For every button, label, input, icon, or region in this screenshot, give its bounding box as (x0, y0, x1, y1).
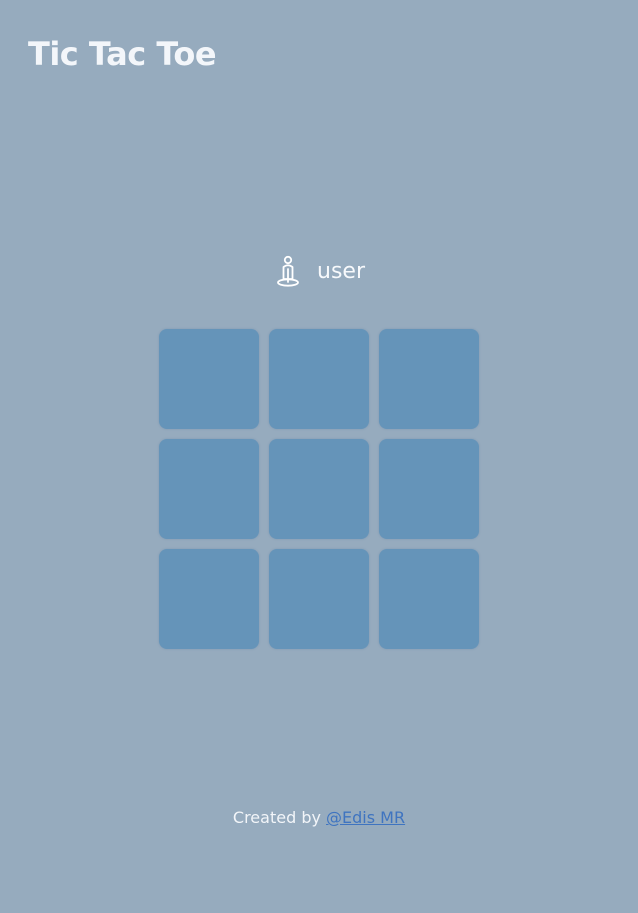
board-cell-9[interactable] (379, 549, 479, 649)
person-icon (273, 255, 303, 289)
board-cell-7[interactable] (159, 549, 259, 649)
game-board (159, 329, 479, 649)
current-player-indicator: user (0, 252, 638, 292)
board-cell-8[interactable] (269, 549, 369, 649)
board-cell-1[interactable] (159, 329, 259, 429)
footer-prefix: Created by (232, 808, 327, 827)
board-cell-3[interactable] (379, 329, 479, 429)
page-title: Tic Tac Toe (28, 35, 217, 73)
current-player-label: user (317, 259, 365, 284)
board-cell-4[interactable] (159, 439, 259, 539)
footer-credit: Created by @Edis MR (0, 806, 638, 830)
board-cell-2[interactable] (269, 329, 369, 429)
author-link[interactable]: @Edis MR (326, 808, 405, 827)
board-cell-6[interactable] (379, 439, 479, 539)
board-cell-5[interactable] (269, 439, 369, 539)
